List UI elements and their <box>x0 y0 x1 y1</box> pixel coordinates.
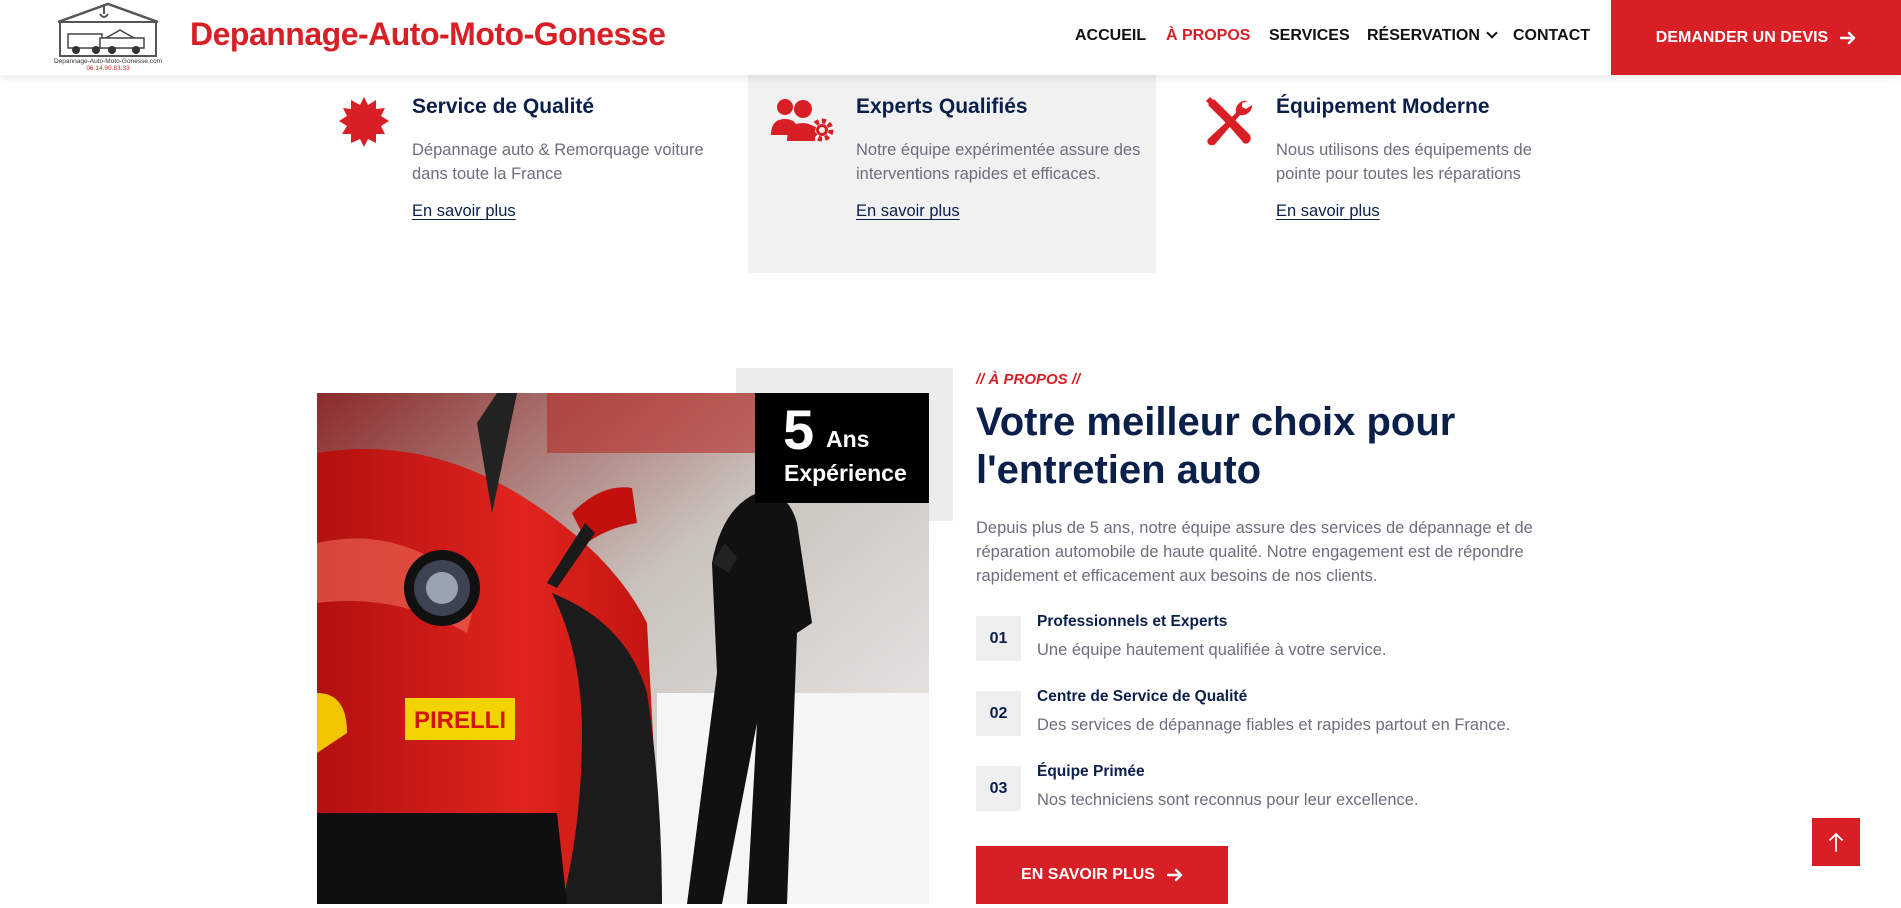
feature-title: Service de Qualité <box>412 95 595 118</box>
feature-title: Experts Qualifiés <box>856 95 1028 118</box>
section-paragraph: Depuis plus de 5 ans, notre équipe assur… <box>976 519 1533 585</box>
scroll-to-top-button[interactable] <box>1812 818 1860 866</box>
learn-more-label: EN SAVOIR PLUS <box>1021 866 1155 883</box>
arrow-right-icon <box>1166 868 1183 882</box>
item-desc: Une équipe hautement qualifiée à votre s… <box>1037 641 1387 659</box>
section-title: Votre meilleur choix pour l'entretien au… <box>976 400 1456 492</box>
badge-star-icon <box>339 97 389 147</box>
item-desc: Des services de dépannage fiables et rap… <box>1037 716 1511 734</box>
item-title: Professionnels et Experts <box>1037 613 1228 630</box>
site-logo[interactable]: Depannage-Auto-Moto-Gonesse.com 06.14.90… <box>50 0 166 72</box>
feature-desc: Notre équipe expérimentée assure des int… <box>856 141 1141 183</box>
section-kicker: // À PROPOS // <box>976 371 1081 388</box>
brand-name[interactable]: Depannage-Auto-Moto-Gonesse <box>190 16 666 53</box>
site-header: Depannage-Auto-Moto-Gonesse.com 06.14.90… <box>0 0 1901 75</box>
nav-reservation-label: RÉSERVATION <box>1367 27 1480 44</box>
item-number: 02 <box>976 691 1021 736</box>
nav-accueil[interactable]: ACCUEIL <box>1075 27 1146 45</box>
chevron-down-icon <box>1486 27 1498 39</box>
feature-learn-more-link[interactable]: En savoir plus <box>412 202 516 221</box>
feature-quality: Service de Qualité Dépannage auto & Remo… <box>320 75 748 273</box>
logo-caption: Depannage-Auto-Moto-Gonesse.com <box>54 58 162 65</box>
nav-services[interactable]: SERVICES <box>1269 27 1350 45</box>
nav-a-propos[interactable]: À PROPOS <box>1166 27 1250 45</box>
item-desc: Nos techniciens sont reconnus pour leur … <box>1037 791 1419 809</box>
item-number: 03 <box>976 766 1021 811</box>
feature-experts: Experts Qualifiés Notre équipe expérimen… <box>748 75 1156 273</box>
photo-sponsor-label: PIRELLI <box>414 707 506 734</box>
logo-phone: 06.14.90.83.33 <box>86 65 130 72</box>
item-title: Centre de Service de Qualité <box>1037 688 1248 705</box>
nav-contact[interactable]: CONTACT <box>1513 27 1590 45</box>
feature-learn-more-link[interactable]: En savoir plus <box>856 202 960 221</box>
nav-reservation[interactable]: RÉSERVATION <box>1367 27 1498 45</box>
arrow-up-icon <box>1829 833 1843 852</box>
feature-desc: Dépannage auto & Remorquage voiture dans… <box>412 141 704 183</box>
experience-unit: Ans <box>826 426 870 452</box>
experience-label: Expérience <box>784 460 907 486</box>
arrow-right-icon <box>1840 31 1856 44</box>
experience-number: 5 <box>783 398 815 461</box>
feature-learn-more-link[interactable]: En savoir plus <box>1276 202 1380 221</box>
request-quote-label: DEMANDER UN DEVIS <box>1655 28 1829 46</box>
users-gear-icon <box>771 99 834 142</box>
feature-desc: Nous utilisons des équipements de pointe… <box>1276 141 1532 183</box>
feature-title: Équipement Moderne <box>1276 95 1490 118</box>
item-number: 01 <box>976 616 1021 661</box>
request-quote-button[interactable]: DEMANDER UN DEVIS <box>1611 0 1901 75</box>
learn-more-button[interactable]: EN SAVOIR PLUS <box>976 846 1228 904</box>
experience-badge: 5 Ans Expérience <box>755 393 929 503</box>
feature-equipment: Équipement Moderne Nous utilisons des éq… <box>1156 75 1576 273</box>
tools-icon <box>1206 97 1253 146</box>
item-title: Équipe Primée <box>1037 763 1145 780</box>
